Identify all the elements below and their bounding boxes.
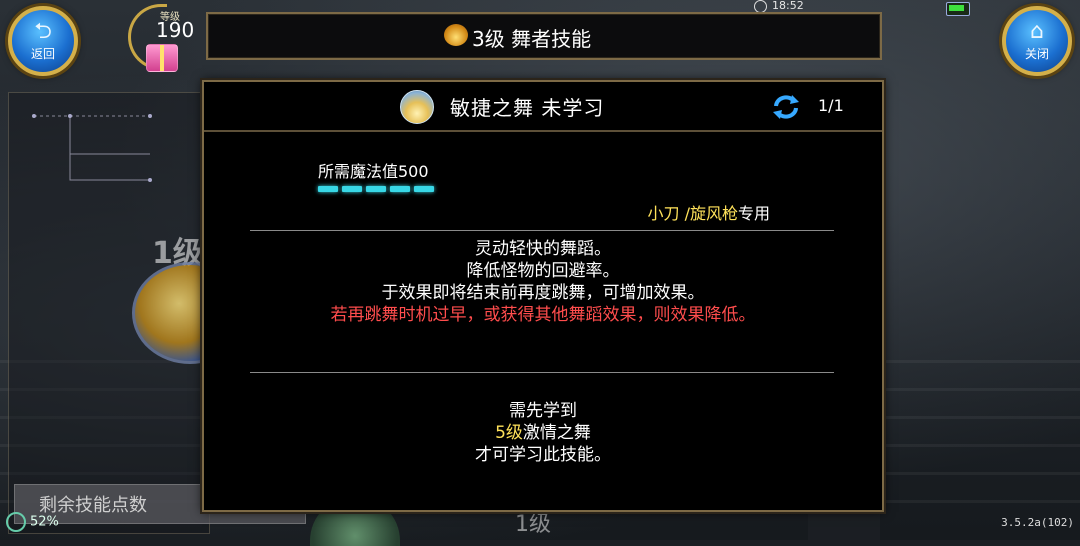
version-label: 3.5.2a(102)	[1001, 516, 1074, 529]
weapon-types: 小刀 /旋风枪	[647, 204, 738, 223]
page-indicator: 1/1	[818, 96, 844, 115]
mp-segment	[366, 186, 386, 192]
wifi-icon	[6, 512, 26, 532]
skill-tree-lines	[32, 114, 152, 182]
mp-segment	[342, 186, 362, 192]
mp-cost-label: 所需魔法值500	[318, 162, 429, 181]
window-title-bar: 3级 舞者技能	[206, 12, 882, 60]
prerequisite-level: 5级	[495, 423, 523, 443]
prerequisite-intro: 需先学到	[509, 401, 577, 421]
gift-icon[interactable]	[146, 44, 178, 72]
prerequisite: 需先学到 5级激情之舞 才可学习此技能。	[204, 400, 882, 466]
description-line: 降低怪物的回避率。	[466, 261, 620, 281]
mp-segment	[390, 186, 410, 192]
divider-bottom	[250, 372, 834, 373]
window-title: 3级 舞者技能	[472, 27, 592, 51]
weapon-suffix: 专用	[737, 204, 770, 223]
home-icon: ⌂	[1030, 18, 1044, 44]
prerequisite-skill-name: 激情之舞	[522, 423, 591, 443]
wifi-percent: 52%	[30, 514, 59, 530]
mp-segment	[414, 186, 434, 192]
skill-name: 敏捷之舞 未学习	[450, 96, 605, 120]
level-value: 190	[156, 18, 195, 42]
mp-segment	[318, 186, 338, 192]
clock-time: 18:52	[772, 0, 804, 12]
skill-detail-dialog: 敏捷之舞 未学习 1/1 所需魔法值500 小刀 /旋风枪专用 灵动轻快的舞蹈。…	[202, 80, 884, 512]
close-button[interactable]: ⌂ 关闭	[1002, 6, 1072, 76]
prerequisite-outro: 才可学习此技能。	[475, 445, 611, 465]
fan-skill-icon	[400, 90, 434, 124]
description-warning: 若再跳舞时机过早，或获得其他舞蹈效果，则效果降低。	[330, 305, 756, 325]
battery-icon	[946, 2, 970, 16]
wifi-status: 52%	[6, 512, 59, 532]
cycle-icon[interactable]	[772, 94, 800, 120]
divider-top	[250, 230, 834, 231]
back-button[interactable]: ⮌ 返回	[8, 6, 78, 76]
skill-header: 敏捷之舞 未学习 1/1	[204, 82, 882, 132]
back-arrow-icon: ⮌	[34, 18, 52, 44]
close-button-label: 关闭	[1024, 46, 1049, 61]
description-line: 灵动轻快的舞蹈。	[475, 239, 611, 259]
dancer-class-icon	[444, 24, 468, 46]
back-button-label: 返回	[30, 46, 55, 61]
prerequisite-skill: 5级激情之舞	[204, 422, 882, 444]
mp-cost-bar	[318, 186, 434, 192]
description-line: 于效果即将结束前再度跳舞，可增加效果。	[381, 283, 705, 303]
skill-description: 灵动轻快的舞蹈。 降低怪物的回避率。 于效果即将结束前再度跳舞，可增加效果。 若…	[204, 238, 882, 326]
weapon-requirement: 小刀 /旋风枪专用	[648, 200, 771, 224]
